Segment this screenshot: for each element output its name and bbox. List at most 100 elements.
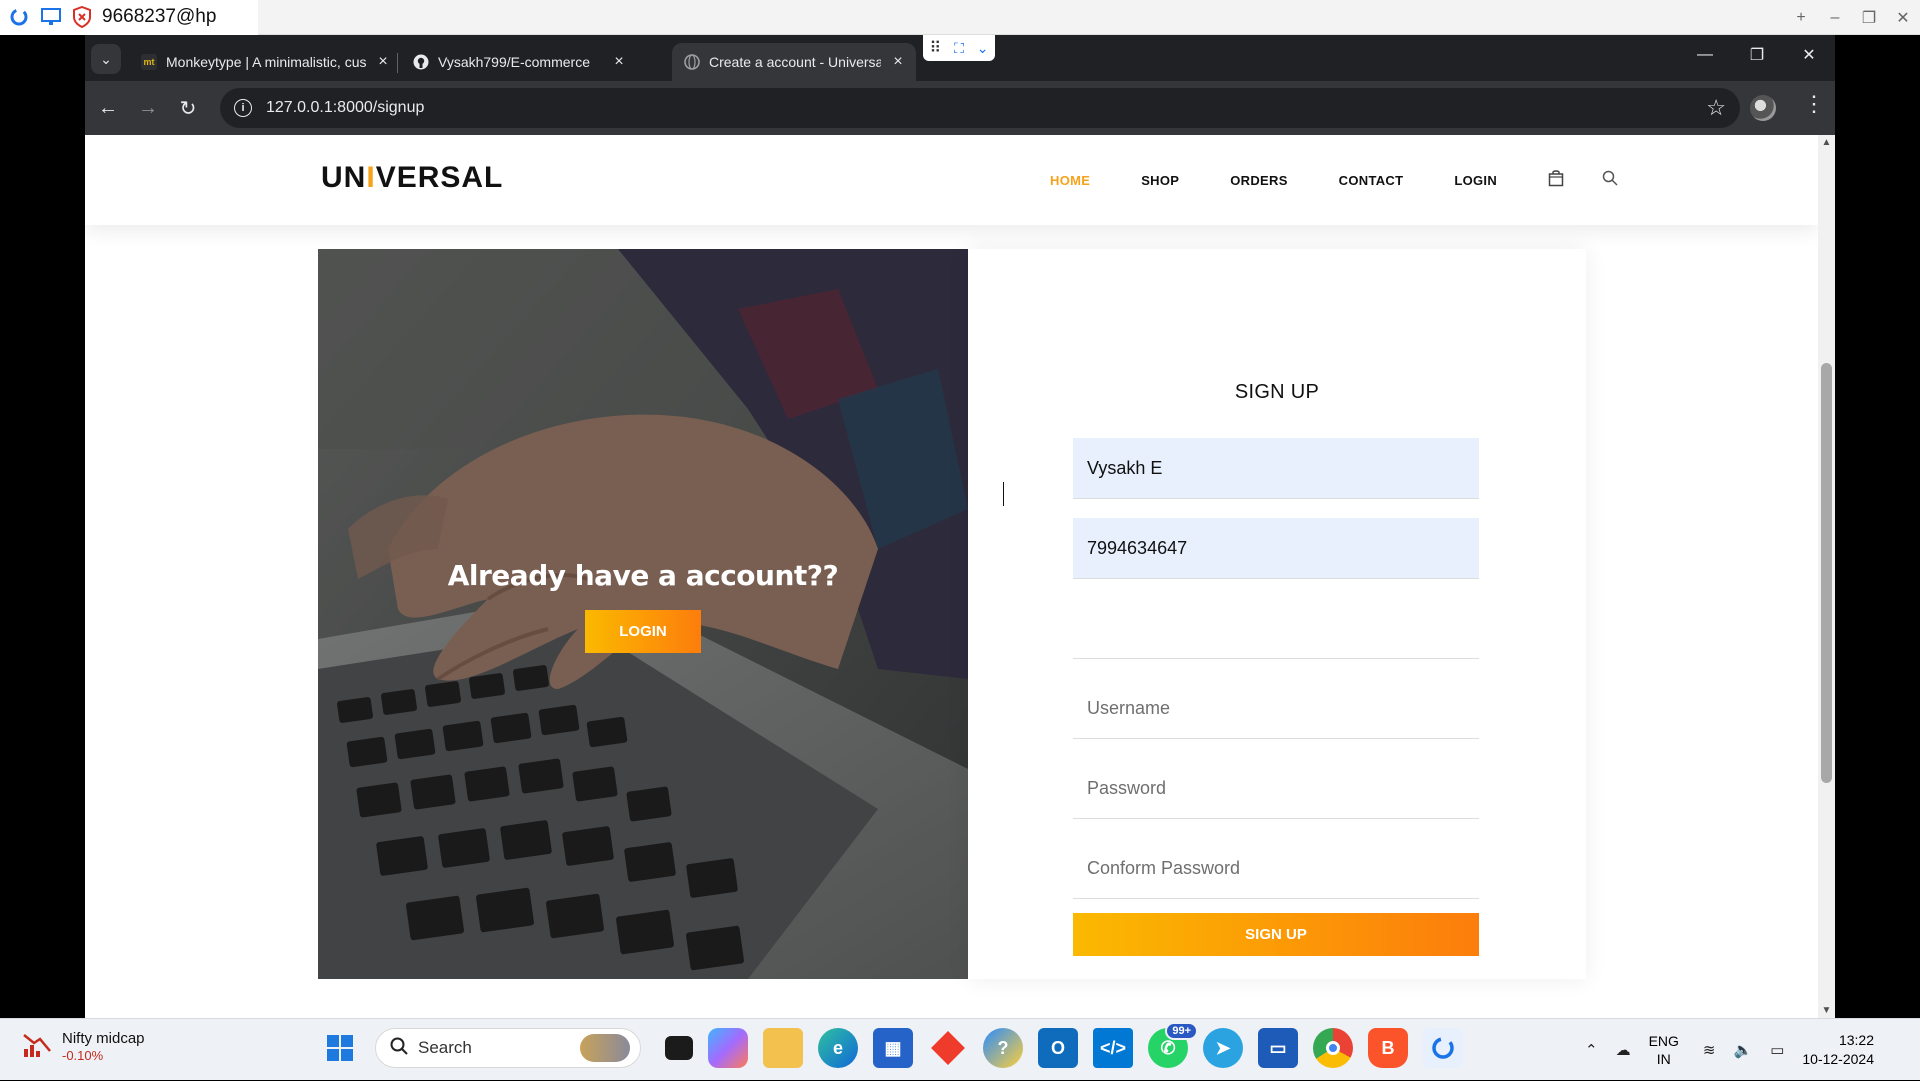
text-caret: [1003, 482, 1004, 506]
close-tab-icon[interactable]: ×: [890, 53, 906, 71]
wifi-icon[interactable]: ≋: [1703, 1041, 1716, 1059]
search-icon[interactable]: [1602, 170, 1618, 191]
profile-avatar[interactable]: [1750, 95, 1776, 121]
get-help-icon[interactable]: ?: [983, 1028, 1023, 1068]
nav-home[interactable]: HOME: [1050, 173, 1090, 188]
address-bar[interactable]: i 127.0.0.1:8000/signup ☆: [220, 88, 1740, 128]
nav-shop[interactable]: SHOP: [1141, 173, 1179, 188]
url-text: 127.0.0.1:8000/signup: [266, 99, 425, 116]
windows-start-icon[interactable]: [320, 1028, 360, 1068]
scrollbar-thumb[interactable]: [1821, 363, 1832, 783]
tab-strip: ⌄ mt Monkeytype | A minimalistic, custom…: [85, 35, 1835, 81]
nav-contact[interactable]: CONTACT: [1339, 173, 1404, 188]
anydesk-icon[interactable]: [928, 1028, 968, 1068]
taskbar-apps: Search e ▦ ? O </> ✆ 99+ ➤ ▭ B: [320, 1022, 1478, 1068]
reload-button[interactable]: ↻: [168, 88, 208, 128]
tab-separator: [397, 53, 398, 73]
remote-session-tab[interactable]: 9668237@hp: [0, 0, 258, 35]
phone-field[interactable]: [1073, 518, 1479, 579]
nav-orders[interactable]: ORDERS: [1230, 173, 1287, 188]
notification-badge: 99+: [1165, 1022, 1198, 1040]
copilot-icon[interactable]: [708, 1028, 748, 1068]
logo-text-end: VERSAL: [375, 161, 504, 194]
close-tab-icon[interactable]: ×: [611, 53, 627, 71]
fullscreen-icon[interactable]: ⛶: [954, 40, 964, 57]
shield-icon: [73, 6, 91, 28]
snap-toolbar[interactable]: ⠿ ⛶ ⌄: [923, 35, 995, 61]
volume-icon[interactable]: 🔈: [1734, 1041, 1753, 1059]
edge-icon[interactable]: e: [818, 1028, 858, 1068]
tab-github[interactable]: Vysakh799/E-commerce ×: [401, 43, 637, 81]
page-scrollbar[interactable]: ▲ ▼: [1818, 135, 1835, 1018]
clock[interactable]: 13:22 10-12-2024: [1802, 1031, 1874, 1069]
remote-desktop-icon[interactable]: ▭: [1258, 1028, 1298, 1068]
stock-down-icon: [22, 1029, 52, 1063]
task-view-icon[interactable]: [665, 1036, 693, 1060]
hero-login-button[interactable]: LOGIN: [585, 610, 701, 653]
add-icon[interactable]: +: [1784, 9, 1818, 27]
username-field[interactable]: [1073, 678, 1479, 739]
shopping-bag-icon[interactable]: [1548, 169, 1564, 192]
page-viewport: UNIVERSAL HOME SHOP ORDERS CONTACT LOGIN: [85, 135, 1835, 1018]
remote-session-bar: 9668237@hp + – ❐ ✕: [0, 0, 1920, 35]
taskbar-search-label: Search: [418, 1038, 472, 1057]
brave-icon[interactable]: B: [1368, 1028, 1408, 1068]
monkeytype-icon: mt: [141, 54, 157, 70]
menu-kebab-icon[interactable]: ⋮: [1803, 91, 1825, 117]
grid-dots-icon[interactable]: ⠿: [929, 38, 941, 58]
minimize-icon[interactable]: –: [1818, 9, 1852, 27]
forward-button[interactable]: →: [128, 88, 168, 128]
close-icon[interactable]: ✕: [1783, 35, 1835, 75]
whatsapp-icon[interactable]: ✆ 99+: [1148, 1022, 1198, 1068]
taskbar-search[interactable]: Search: [375, 1028, 641, 1068]
login-prompt-panel: Already have a account?? LOGIN: [318, 249, 968, 979]
logo-text-start: UN: [321, 161, 367, 194]
language-indicator[interactable]: ENG IN: [1649, 1032, 1679, 1068]
system-tray: ⌃ ☁ ENG IN ≋ 🔈 ▭ 13:22 10-12-2024: [1585, 1019, 1920, 1081]
microsoft-store-icon[interactable]: ▦: [873, 1028, 913, 1068]
hero-copy: Already have a account?? LOGIN: [318, 559, 968, 653]
vscode-icon[interactable]: </>: [1093, 1028, 1133, 1068]
globe-icon: [684, 54, 700, 70]
scroll-down-icon[interactable]: ▼: [1818, 1005, 1835, 1016]
sync-icon: [10, 8, 28, 26]
remote-session-app-icon[interactable]: [1423, 1028, 1463, 1068]
fullname-field[interactable]: [1073, 438, 1479, 499]
reload-icon: ↻: [179, 97, 197, 120]
battery-icon[interactable]: ▭: [1770, 1041, 1784, 1059]
region-code: IN: [1656, 1051, 1671, 1067]
arrow-right-icon: →: [138, 96, 158, 119]
github-icon: [413, 54, 429, 70]
close-icon[interactable]: ✕: [1886, 8, 1920, 28]
browser-window-controls: — ❐ ✕: [1679, 35, 1835, 75]
signup-title: SIGN UP: [1234, 381, 1320, 403]
restore-icon[interactable]: ❐: [1731, 35, 1783, 75]
chevron-up-icon[interactable]: ⌃: [1585, 1041, 1598, 1059]
confirm-password-field[interactable]: [1073, 838, 1479, 899]
telegram-icon[interactable]: ➤: [1203, 1028, 1243, 1068]
tab-monkeytype[interactable]: mt Monkeytype | A minimalistic, customiz…: [129, 43, 401, 81]
outlook-icon[interactable]: O: [1038, 1028, 1078, 1068]
market-widget[interactable]: Nifty midcap -0.10%: [22, 1029, 145, 1063]
file-explorer-icon[interactable]: [763, 1028, 803, 1068]
close-tab-icon[interactable]: ×: [375, 53, 391, 71]
scroll-up-icon[interactable]: ▲: [1818, 137, 1835, 148]
site-logo[interactable]: UNIVERSAL: [321, 161, 503, 195]
tab-search-button[interactable]: ⌄: [91, 44, 121, 74]
restore-icon[interactable]: ❐: [1852, 8, 1886, 28]
arrow-left-icon: ←: [98, 96, 118, 119]
onedrive-icon[interactable]: ☁: [1616, 1041, 1631, 1059]
chrome-icon[interactable]: [1313, 1028, 1353, 1068]
signup-button[interactable]: SIGN UP: [1073, 913, 1479, 956]
back-button[interactable]: ←: [88, 88, 128, 128]
minimize-icon[interactable]: —: [1679, 35, 1731, 75]
nav-login[interactable]: LOGIN: [1454, 173, 1497, 188]
bookmark-star-icon[interactable]: ☆: [1706, 95, 1726, 121]
language-code: ENG: [1648, 1033, 1679, 1049]
browser-toolbar: ← → ↻ i 127.0.0.1:8000/signup ☆ ⋮: [85, 81, 1835, 135]
email-field[interactable]: [1073, 598, 1479, 659]
password-field[interactable]: [1073, 758, 1479, 819]
site-info-icon[interactable]: i: [234, 99, 252, 117]
chevron-down-icon[interactable]: ⌄: [977, 40, 989, 57]
tab-create-account[interactable]: Create a account - Universal ×: [672, 43, 916, 81]
